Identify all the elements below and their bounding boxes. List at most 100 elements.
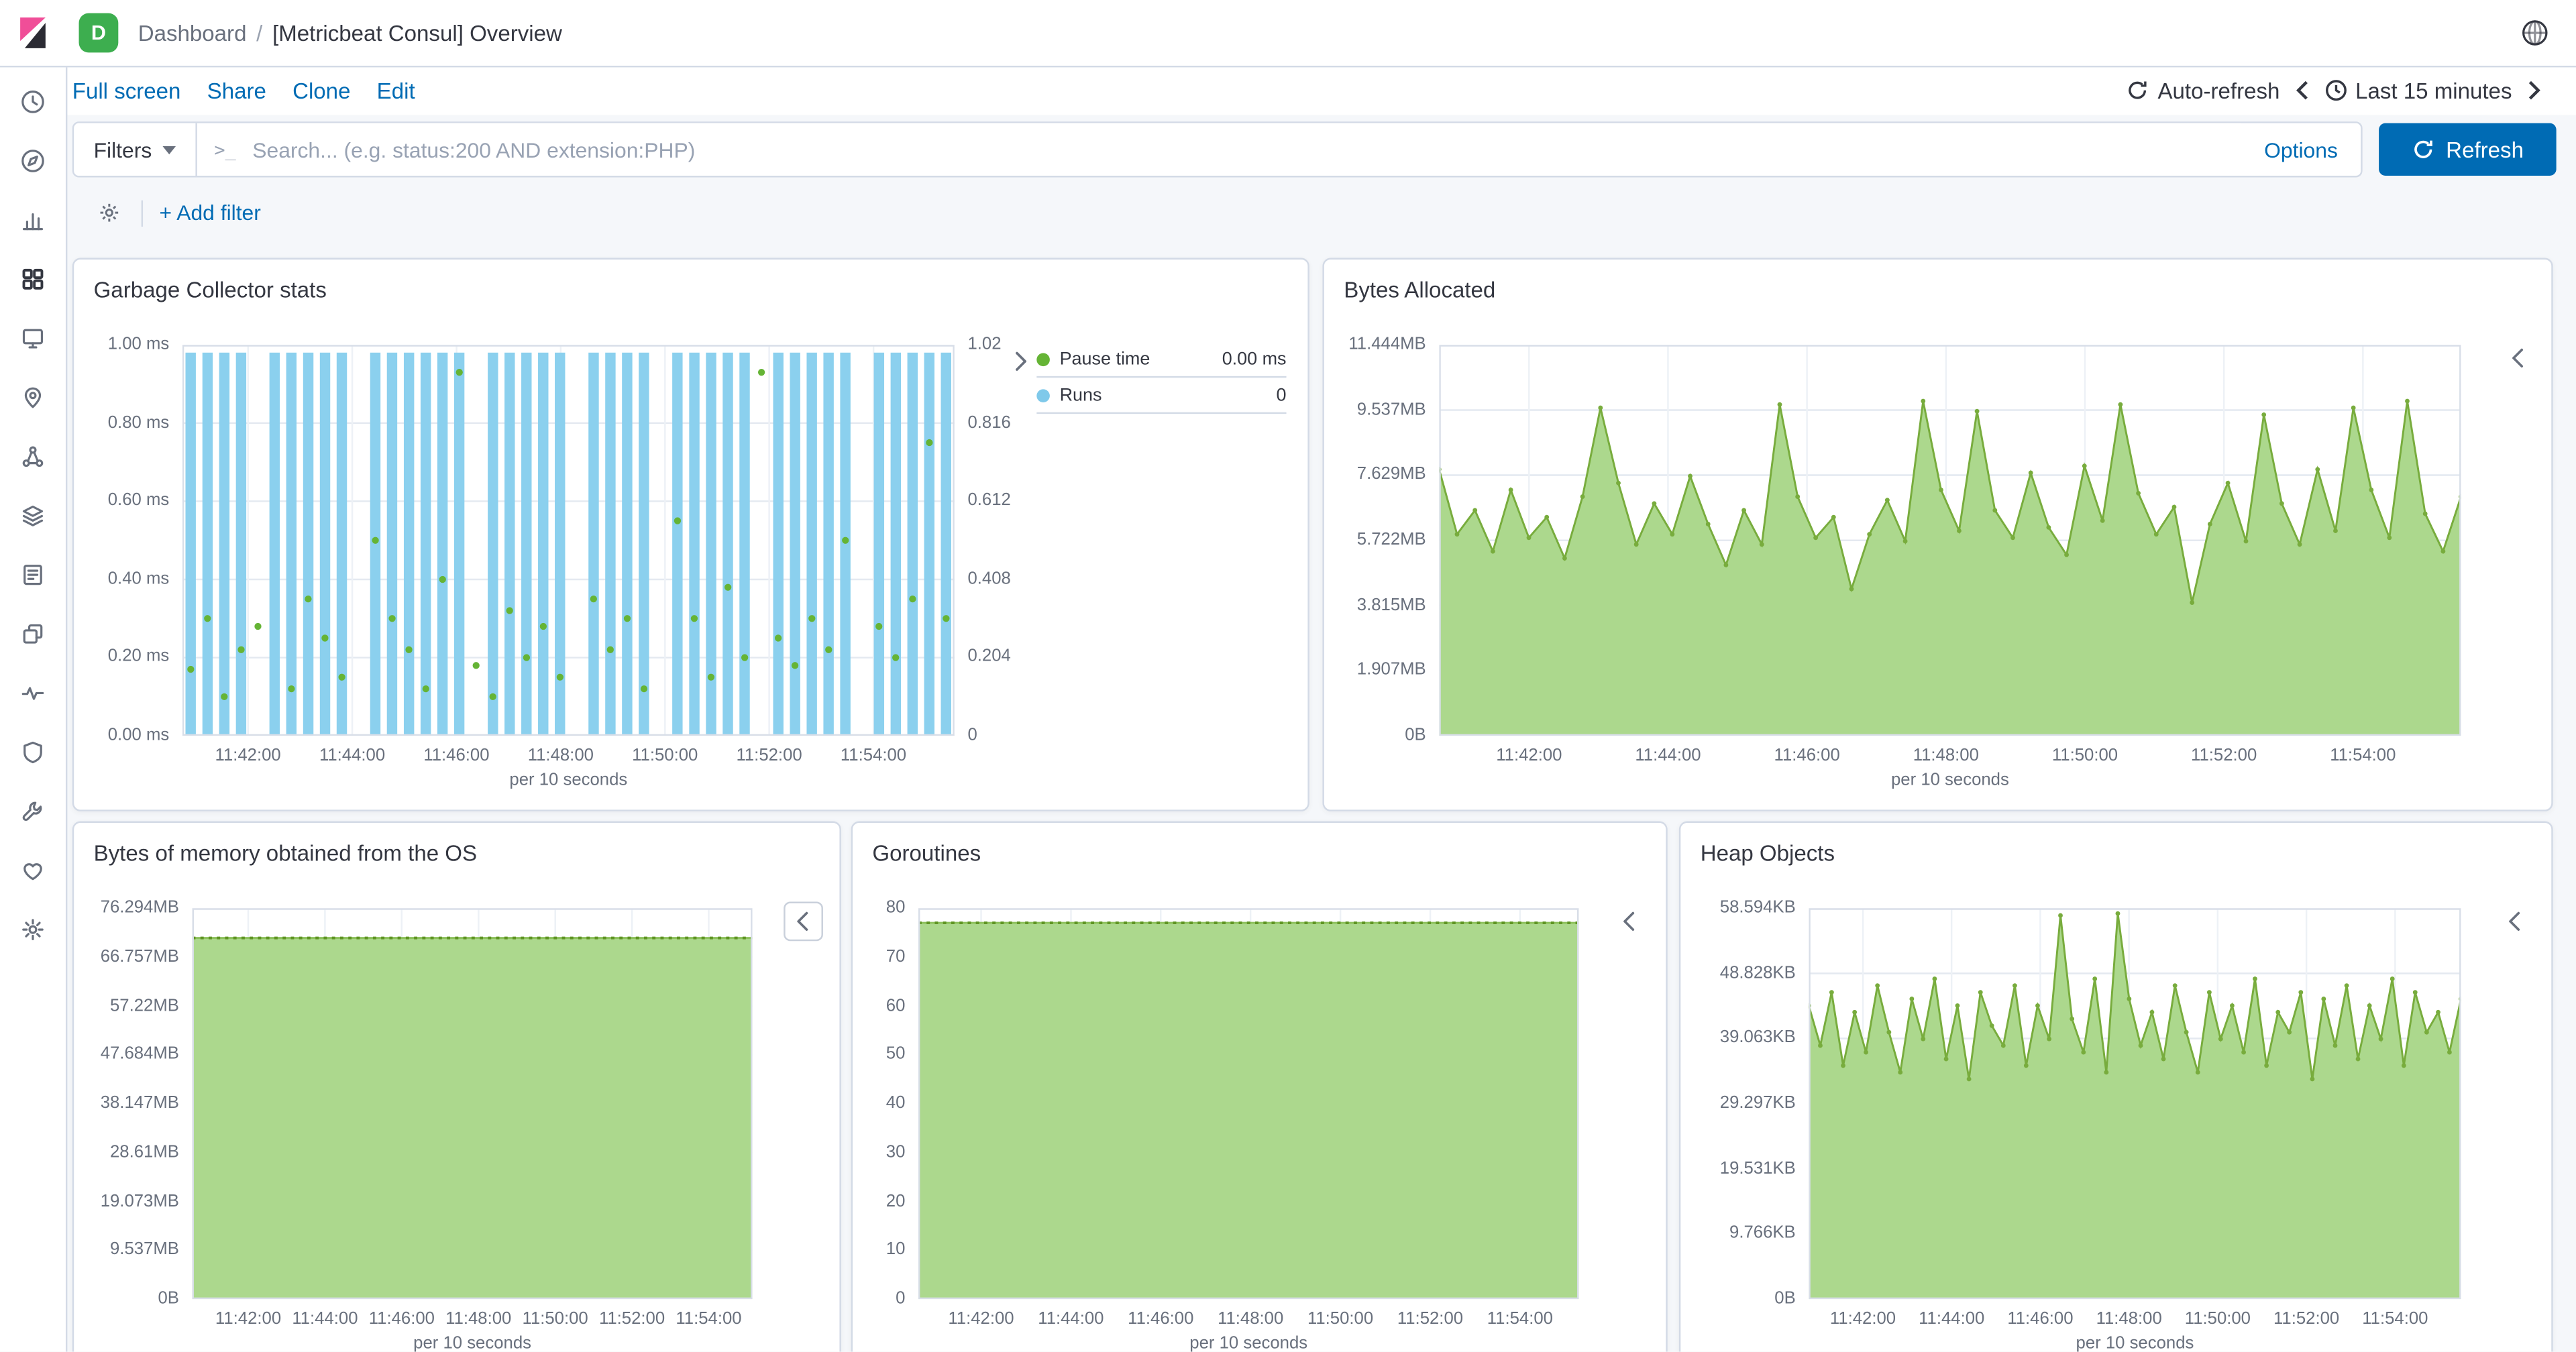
management-gear-icon[interactable] (10, 907, 56, 953)
edit-link[interactable]: Edit (377, 78, 415, 103)
canvas-icon[interactable] (10, 315, 56, 361)
discover-icon[interactable] (10, 138, 56, 184)
chart-plot-area[interactable] (182, 345, 955, 736)
goroutines-chart: 80 70 60 50 40 30 20 10 0 11:42:00 11:44:00 11:46:0… (853, 897, 1602, 1352)
panel-title: Goroutines (872, 840, 981, 866)
maps-icon[interactable] (10, 374, 56, 420)
top-bar: D Dashboard / [Metricbeat Consul] Overvi… (0, 0, 2576, 68)
axis-label: 60 (885, 995, 906, 1015)
panel-bytes-allocated: Bytes Allocated 11.444MB 9.537MB 7.629MB 5.… (1322, 258, 2553, 811)
axis-label: per 10 seconds (509, 770, 628, 790)
filter-settings-gear-icon[interactable] (89, 193, 128, 233)
axis-label: 11:48:00 (1913, 745, 1979, 766)
axis-label: 11:44:00 (1635, 745, 1701, 766)
breadcrumb[interactable]: Dashboard (138, 21, 247, 46)
refresh-icon (2414, 140, 2432, 158)
heap-objects-chart: 58.594KB 48.828KB 39.063KB 29.297KB 19.531KB… (1680, 897, 2484, 1352)
axis-label: 11:54:00 (1487, 1308, 1553, 1329)
visualize-icon[interactable] (10, 197, 56, 243)
axis-label: 7.629MB (1356, 464, 1426, 485)
axis-label: 28.61MB (110, 1141, 179, 1162)
uptime-icon[interactable] (10, 670, 56, 716)
chart-plot-area[interactable] (1439, 345, 2461, 736)
bytes-allocated-chart: 11.444MB 9.537MB 7.629MB 5.722MB 3.815MB 1.90… (1324, 334, 2484, 798)
breadcrumb-separator: / (256, 20, 263, 46)
axis-label: 1.02 (967, 334, 1002, 354)
axis-label: 48.828KB (1719, 962, 1796, 982)
axis-label: 0B (1405, 725, 1426, 745)
legend-item-pause-time[interactable]: Pause time 0.00 ms (1036, 341, 1287, 378)
panel-title: Bytes Allocated (1344, 277, 1496, 302)
help-icon[interactable] (2514, 11, 2557, 54)
legend-expand-chevron-icon[interactable] (784, 901, 823, 942)
share-link[interactable]: Share (207, 78, 266, 103)
search-input[interactable] (249, 123, 2241, 176)
filters-button[interactable]: Filters (74, 123, 198, 176)
legend-expand-chevron-icon[interactable] (2499, 905, 2532, 938)
chart-legend: Pause time 0.00 ms Runs 0 (1036, 341, 1287, 414)
legend-expand-chevron-icon[interactable] (1613, 905, 1646, 938)
axis-label: 30 (885, 1141, 906, 1162)
refresh-button[interactable]: Refresh (2379, 123, 2557, 176)
legend-dot (1036, 352, 1050, 365)
time-range-picker[interactable]: Last 15 minutes (2324, 78, 2512, 103)
dashboard-icon[interactable] (10, 256, 56, 302)
machine-learning-icon[interactable] (10, 434, 56, 480)
time-forward-chevron-icon[interactable] (2512, 79, 2556, 102)
logs-icon[interactable] (10, 552, 56, 598)
axis-label: 70 (885, 946, 906, 966)
axis-label: 29.297KB (1719, 1092, 1796, 1113)
dev-tools-icon[interactable] (10, 789, 56, 835)
axis-label: 0 (896, 1288, 906, 1308)
siem-icon[interactable] (10, 729, 56, 775)
legend-item-runs[interactable]: Runs 0 (1036, 378, 1287, 414)
axis-label: 11:48:00 (527, 745, 594, 766)
axis-label: 80 (885, 897, 906, 917)
legend-collapse-chevron-icon[interactable] (1004, 345, 1036, 378)
axis-label: 66.757MB (100, 946, 179, 966)
axis-label: 0.204 (967, 646, 1011, 667)
axis-label: 76.294MB (100, 897, 179, 917)
axis-label: 57.22MB (110, 995, 179, 1015)
axis-label: 11:54:00 (2330, 745, 2396, 766)
axis-label: 11:50:00 (632, 745, 698, 766)
clone-link[interactable]: Clone (292, 78, 350, 103)
auto-refresh-button[interactable]: Auto-refresh (2127, 78, 2279, 103)
chart-plot-area[interactable] (918, 908, 1579, 1300)
axis-label: 9.766KB (1729, 1223, 1796, 1243)
gc-stats-chart: 1.00 ms 0.80 ms 0.60 ms 0.40 ms 0.20 ms 0.00 … (74, 334, 1033, 798)
axis-label: 0.20 ms (107, 646, 170, 667)
axis-label: 39.063KB (1719, 1027, 1796, 1048)
chart-plot-area[interactable] (192, 908, 753, 1300)
infrastructure-icon[interactable] (10, 493, 56, 539)
axis-label: 50 (885, 1044, 906, 1064)
panel-heap-objects: Heap Objects 58.594KB 48.828KB 39.063KB 29.… (1678, 821, 2553, 1352)
kibana-app: D Dashboard / [Metricbeat Consul] Overvi… (0, 0, 2576, 1352)
clock-icon (2325, 80, 2347, 101)
chart-plot-area[interactable] (1809, 908, 2461, 1300)
space-avatar[interactable]: D (78, 13, 119, 53)
legend-expand-chevron-icon[interactable] (2502, 341, 2535, 374)
axis-label: 11:52:00 (736, 745, 802, 766)
options-link[interactable]: Options (2241, 137, 2361, 162)
apm-icon[interactable] (10, 611, 56, 657)
stack-monitoring-icon[interactable] (10, 848, 56, 894)
axis-label: per 10 seconds (1891, 770, 2009, 790)
axis-label: 0B (158, 1288, 179, 1308)
query-language-icon: >_ (214, 138, 236, 160)
add-filter-link[interactable]: + Add filter (160, 201, 261, 225)
full-screen-link[interactable]: Full screen (72, 78, 181, 103)
axis-label: 58.594KB (1719, 897, 1796, 917)
kibana-logo[interactable] (0, 0, 66, 66)
axis-label: 9.537MB (110, 1239, 179, 1259)
side-nav (0, 65, 68, 1352)
recently-viewed-icon[interactable] (10, 79, 56, 125)
axis-label: 11:50:00 (2051, 745, 2118, 766)
axis-label: 11:46:00 (1774, 745, 1840, 766)
divider (141, 199, 144, 226)
axis-label: 0.816 (967, 412, 1011, 433)
dashboard-toolbar: Full screen Share Clone Edit Auto-refres… (65, 65, 2576, 115)
axis-label: 11:44:00 (319, 745, 386, 766)
axis-label: 11:42:00 (215, 745, 281, 766)
time-back-chevron-icon[interactable] (2279, 79, 2324, 102)
